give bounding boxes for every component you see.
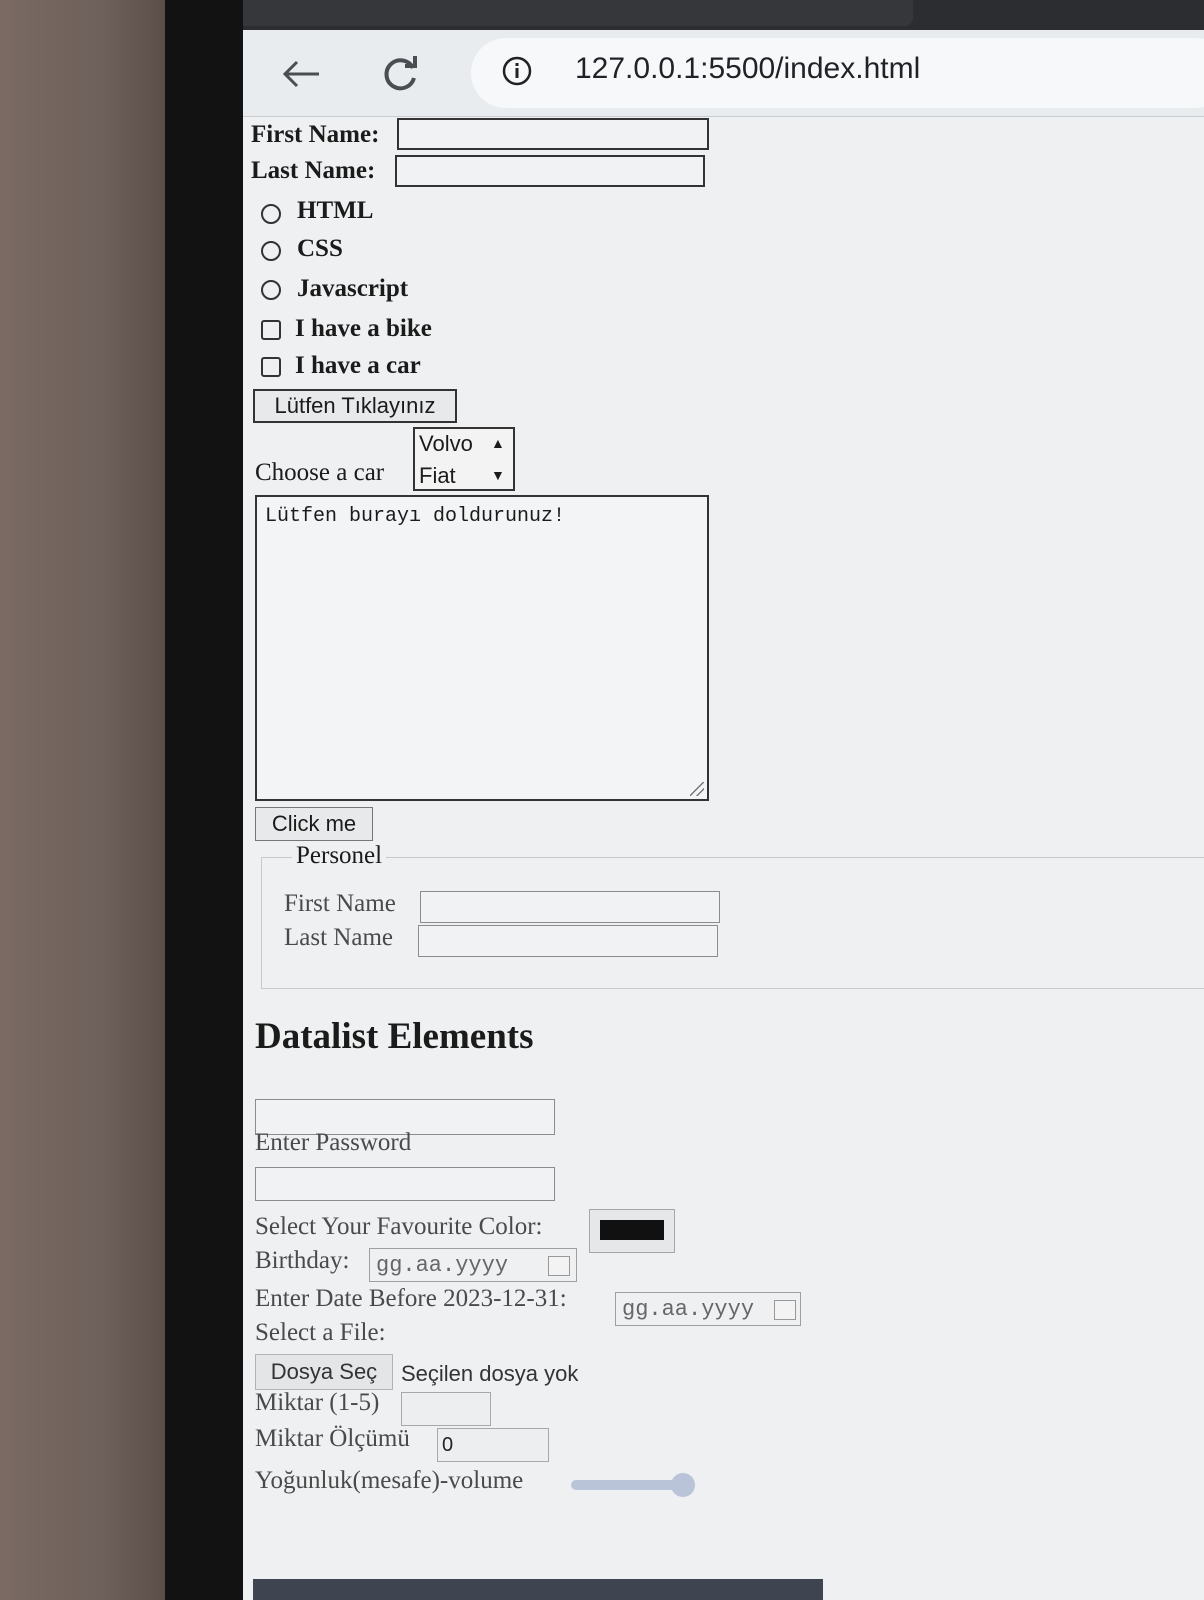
back-button[interactable]: [279, 52, 323, 96]
reload-icon: [384, 56, 417, 91]
calendar-icon[interactable]: [548, 1256, 570, 1276]
datalist-heading: Datalist Elements: [255, 1016, 534, 1057]
submit-button[interactable]: Lütfen Tıklayınız: [253, 389, 457, 423]
checkbox-car-label: I have a car: [295, 352, 421, 379]
measure-input[interactable]: 0: [437, 1428, 549, 1462]
file-label: Select a File:: [255, 1319, 386, 1346]
browser-window: 127.0.0.1:5500/index.html First Name: La…: [243, 0, 1204, 1600]
checkbox-bike-label: I have a bike: [295, 315, 432, 342]
quantity-input[interactable]: [401, 1392, 491, 1426]
car-select-label: Choose a car: [255, 459, 385, 486]
file-choose-button[interactable]: Dosya Seç: [255, 1354, 393, 1390]
measure-label: Miktar Ölçümü: [255, 1425, 410, 1452]
birthday-label: Birthday:: [255, 1247, 350, 1274]
scroll-up-icon[interactable]: ▲: [491, 435, 505, 451]
resize-handle-icon[interactable]: [690, 782, 704, 796]
radio-javascript[interactable]: [261, 280, 281, 300]
radio-javascript-label: Javascript: [297, 275, 409, 302]
password-input[interactable]: [255, 1167, 555, 1201]
fieldset-first-name-label: First Name: [284, 890, 396, 917]
checkbox-car[interactable]: [261, 357, 281, 377]
date-before-input[interactable]: gg.aa.yyyy: [615, 1292, 801, 1326]
info-icon[interactable]: [501, 55, 533, 87]
click-me-button[interactable]: Click me: [255, 807, 373, 841]
textarea-text: Lütfen burayı doldurunuz!: [265, 505, 566, 528]
car-select[interactable]: Volvo Fiat ▲ ▼: [413, 427, 515, 491]
measure-value: 0: [442, 1434, 454, 1456]
monitor-bezel: [165, 0, 243, 1600]
last-name-label: Last Name:: [251, 157, 376, 184]
personel-fieldset: Personel First Name Last Name: [261, 842, 1204, 989]
address-bar[interactable]: 127.0.0.1:5500/index.html: [471, 38, 1204, 108]
radio-css[interactable]: [261, 241, 281, 261]
wall-background: [0, 0, 170, 1600]
volume-slider-thumb[interactable]: [671, 1473, 695, 1497]
fieldset-first-name-input[interactable]: [420, 891, 720, 923]
radio-css-label: CSS: [297, 235, 343, 262]
first-name-input[interactable]: [397, 118, 709, 150]
active-tab[interactable]: [243, 0, 913, 26]
reload-button[interactable]: [379, 52, 423, 96]
bottom-element: [253, 1579, 823, 1600]
color-picker[interactable]: [589, 1209, 675, 1253]
birthday-date-input[interactable]: gg.aa.yyyy: [369, 1248, 577, 1282]
radio-html[interactable]: [261, 204, 281, 224]
checkbox-bike[interactable]: [261, 320, 281, 340]
fieldset-last-name-label: Last Name: [284, 924, 393, 951]
back-arrow-icon: [282, 60, 319, 88]
quantity-label: Miktar (1-5): [255, 1389, 380, 1416]
color-swatch-fill: [600, 1220, 664, 1240]
tab-strip: [243, 0, 1204, 30]
volume-label: Yoğunluk(mesafe)-volume: [255, 1467, 524, 1494]
car-option[interactable]: Fiat: [419, 463, 456, 489]
first-name-label: First Name:: [251, 121, 380, 148]
car-option[interactable]: Volvo: [419, 431, 473, 457]
message-textarea[interactable]: Lütfen burayı doldurunuz!: [255, 495, 709, 801]
file-status: Seçilen dosya yok: [401, 1361, 579, 1386]
last-name-input[interactable]: [395, 155, 705, 187]
fieldset-last-name-input[interactable]: [418, 925, 718, 957]
browser-toolbar: 127.0.0.1:5500/index.html: [243, 30, 1204, 117]
scroll-down-icon[interactable]: ▼: [491, 467, 505, 483]
color-label: Select Your Favourite Color:: [255, 1213, 543, 1240]
password-label: Enter Password: [255, 1129, 412, 1156]
radio-html-label: HTML: [297, 197, 374, 224]
birthday-placeholder: gg.aa.yyyy: [376, 1253, 509, 1278]
volume-slider-track[interactable]: [571, 1480, 681, 1490]
date-before-label: Enter Date Before 2023-12-31:: [255, 1285, 567, 1312]
calendar-icon[interactable]: [774, 1300, 796, 1320]
date-before-placeholder: gg.aa.yyyy: [622, 1297, 755, 1322]
fieldset-legend: Personel: [292, 842, 387, 870]
page-content: First Name: Last Name: HTML CSS Javascri…: [243, 117, 1204, 1600]
url-text[interactable]: 127.0.0.1:5500/index.html: [575, 52, 920, 86]
